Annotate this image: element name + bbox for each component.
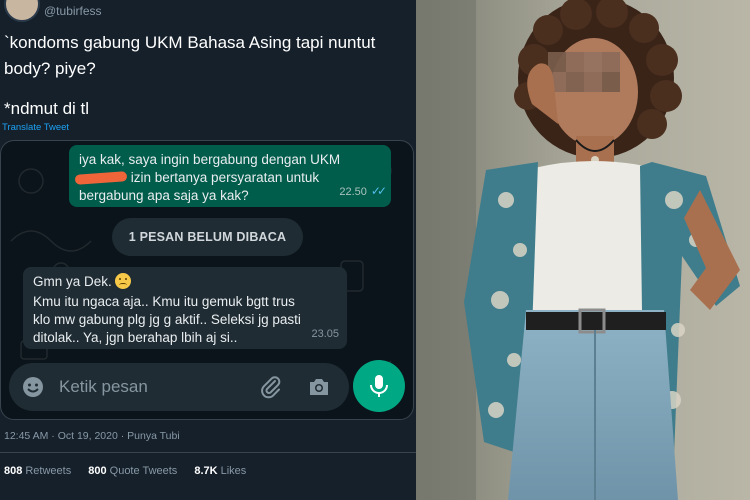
outgoing-message-text-a: iya kak, saya ingin bergabung dengan UKM bbox=[79, 152, 341, 167]
likes-count: 8.7K bbox=[194, 465, 218, 477]
retweets-label: Retweets bbox=[25, 465, 72, 477]
jeans bbox=[508, 310, 678, 500]
user-handle[interactable]: @tubirfess bbox=[44, 4, 102, 18]
voice-message-button[interactable] bbox=[353, 360, 405, 412]
likes-label: Likes bbox=[220, 465, 247, 477]
outgoing-message[interactable]: iya kak, saya ingin bergabung dengan UKM… bbox=[69, 145, 391, 207]
divider bbox=[0, 452, 416, 453]
quote-tweets-count: 800 bbox=[88, 465, 107, 477]
tweet-header: @tubirfess bbox=[0, 0, 416, 22]
wall-panel-left bbox=[416, 0, 476, 500]
retweets-count: 808 bbox=[4, 465, 23, 477]
incoming-message-time: 23.05 bbox=[311, 328, 339, 340]
tweet-stats: 808 Retweets 800 Quote Tweets 8.7K Likes bbox=[4, 465, 260, 477]
mic-icon bbox=[370, 375, 388, 397]
emoji-icon[interactable] bbox=[21, 375, 45, 399]
tweet-timestamp[interactable]: 12:45 AM · Oct 19, 2020 · Punya Tubi bbox=[4, 430, 180, 442]
retweets-stat[interactable]: 808 Retweets bbox=[4, 465, 71, 477]
incoming-message[interactable]: Gmn ya Dek. Kmu itu ngaca aja.. Kmu itu … bbox=[23, 267, 347, 349]
avatar[interactable] bbox=[4, 0, 40, 22]
attach-icon[interactable] bbox=[259, 375, 283, 399]
tweet-text: `kondoms gabung UKM Bahasa Asing tapi nu… bbox=[4, 30, 404, 122]
translate-tweet-link[interactable]: Translate Tweet bbox=[2, 122, 69, 133]
quote-tweets-stat[interactable]: 800 Quote Tweets bbox=[88, 465, 177, 477]
incoming-message-greeting: Gmn ya Dek. bbox=[33, 274, 112, 289]
message-input-placeholder[interactable]: Ketik pesan bbox=[59, 377, 148, 397]
quote-tweets-label: Quote Tweets bbox=[109, 465, 178, 477]
message-meta: 22.50 ✓✓ bbox=[339, 182, 387, 201]
incoming-message-body: Kmu itu ngaca aja.. Kmu itu gemuk bgtt t… bbox=[33, 294, 301, 345]
likes-stat[interactable]: 8.7K Likes bbox=[194, 465, 246, 477]
tweet-card: @tubirfess `kondoms gabung UKM Bahasa As… bbox=[0, 0, 416, 500]
white-top bbox=[528, 161, 660, 318]
belt bbox=[526, 312, 666, 330]
whatsapp-screenshot[interactable]: iya kak, saya ingin bergabung dengan UKM… bbox=[0, 140, 414, 420]
unread-messages-banner: 1 PESAN BELUM DIBACA bbox=[112, 218, 303, 256]
disappointed-emoji-icon bbox=[114, 273, 131, 289]
read-ticks-icon: ✓✓ bbox=[370, 184, 387, 198]
tweet-text-line-1: `kondoms gabung UKM Bahasa Asing tapi nu… bbox=[4, 33, 376, 78]
camera-icon[interactable] bbox=[307, 375, 331, 399]
redaction-scribble bbox=[74, 171, 128, 186]
woman-photo bbox=[416, 0, 750, 500]
message-composer[interactable]: Ketik pesan bbox=[9, 363, 349, 411]
tweet-text-line-2: *ndmut di tl bbox=[4, 99, 90, 118]
outgoing-message-time: 22.50 bbox=[339, 186, 367, 198]
